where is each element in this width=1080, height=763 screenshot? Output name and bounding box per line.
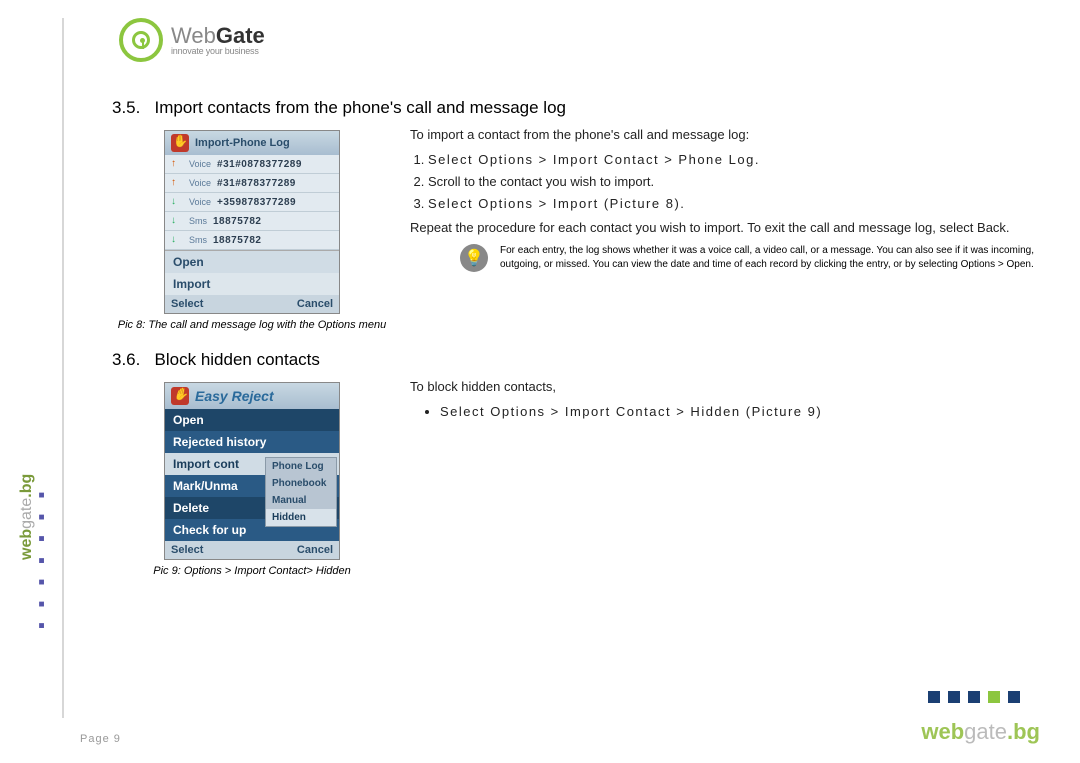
log-row: Voice +359878377289 xyxy=(165,193,339,212)
lightbulb-icon: 💡 xyxy=(460,244,488,272)
arrow-down-icon xyxy=(171,215,183,227)
logo-word-gate: Gate xyxy=(216,23,265,48)
softkey-cancel: Cancel xyxy=(297,544,333,556)
square-icon xyxy=(988,691,1000,703)
phone1-titlebar: Import-Phone Log xyxy=(165,131,339,155)
phone2-titlebar: Easy Reject xyxy=(165,383,339,409)
log-type: Voice xyxy=(189,178,211,188)
heading-number: 3.5. xyxy=(112,98,140,117)
mitem-open: Open xyxy=(165,409,339,431)
logo-word-web: Web xyxy=(171,23,216,48)
phone-mock-2: Easy Reject Open Rejected history Import… xyxy=(164,382,340,560)
step-3: Select Options > Import (Picture 8). xyxy=(428,195,1052,214)
phone1-options-menu: Open Import xyxy=(165,250,339,295)
intro-3-6: To block hidden contacts, xyxy=(410,378,1052,397)
logo-text: WebGate innovate your business xyxy=(171,25,265,56)
phone-mock-1: Import-Phone Log Voice #31#0878377289 Voi… xyxy=(164,130,340,314)
steps-3-5: Select Options > Import Contact > Phone … xyxy=(428,151,1052,214)
footer-brand: webgate.bg xyxy=(921,719,1040,745)
sub-manual: Manual xyxy=(266,492,336,509)
log-type: Sms xyxy=(189,216,207,226)
phone1-softkeys: Select Cancel xyxy=(165,295,339,313)
step-2: Scroll to the contact you wish to import… xyxy=(428,173,1052,192)
bullets-3-6: Select Options > Import Contact > Hidden… xyxy=(440,403,1052,422)
log-type: Voice xyxy=(189,197,211,207)
repeat-text: Repeat the procedure for each contact yo… xyxy=(410,219,1052,238)
phone-col-1: Import-Phone Log Voice #31#0878377289 Voi… xyxy=(112,124,392,332)
softkey-select: Select xyxy=(171,544,203,556)
section-3-6-row: Easy Reject Open Rejected history Import… xyxy=(112,376,1052,578)
menu-open: Open xyxy=(165,251,339,273)
phone1-title: Import-Phone Log xyxy=(195,137,290,149)
heading-3-5: 3.5. Import contacts from the phone's ca… xyxy=(112,98,1052,118)
arrow-down-icon xyxy=(171,196,183,208)
log-num: #31#0878377289 xyxy=(217,159,302,170)
log-num: +359878377289 xyxy=(217,197,296,208)
arrow-up-icon xyxy=(171,177,183,189)
tip-text: For each entry, the log shows whether it… xyxy=(500,244,1052,271)
square-icon xyxy=(968,691,980,703)
sub-phonelog: Phone Log xyxy=(266,458,336,475)
log-num: #31#878377289 xyxy=(217,178,296,189)
side-brand: webgate.bg xyxy=(18,474,36,560)
text-col-3-5: To import a contact from the phone's cal… xyxy=(410,124,1052,272)
heading-3-6: 3.6. Block hidden contacts xyxy=(112,350,1052,370)
square-icon xyxy=(1008,691,1020,703)
page-footer: Page 9 webgate.bg xyxy=(80,719,1040,745)
caption-pic9: Pic 9: Options > Import Contact> Hidden xyxy=(112,564,392,578)
menu-import: Import xyxy=(165,273,339,295)
page-number: Page 9 xyxy=(80,733,121,745)
logo-icon xyxy=(119,18,163,62)
intro-3-5: To import a contact from the phone's cal… xyxy=(410,126,1052,145)
sub-hidden: Hidden xyxy=(266,509,336,526)
log-num: 18875782 xyxy=(213,216,262,227)
log-type: Sms xyxy=(189,235,207,245)
arrow-up-icon xyxy=(171,158,183,170)
phone2-submenu: Phone Log Phonebook Manual Hidden xyxy=(265,457,337,527)
hand-icon xyxy=(171,387,189,405)
header-logo: WebGate innovate your business xyxy=(119,18,265,62)
square-icon xyxy=(948,691,960,703)
tip-box: 💡 For each entry, the log shows whether … xyxy=(410,244,1052,272)
square-icon xyxy=(928,691,940,703)
softkey-cancel: Cancel xyxy=(297,298,333,310)
phone-col-2: Easy Reject Open Rejected history Import… xyxy=(112,376,392,578)
content-area: 3.5. Import contacts from the phone's ca… xyxy=(112,98,1052,579)
footer-squares xyxy=(928,691,1020,703)
phone2-softkeys: Select Cancel xyxy=(165,541,339,559)
phone2-title: Easy Reject xyxy=(195,388,274,404)
log-row: Voice #31#0878377289 xyxy=(165,155,339,174)
bullet-1: Select Options > Import Contact > Hidden… xyxy=(440,403,1052,422)
mitem-rejected: Rejected history xyxy=(165,431,339,453)
log-type: Voice xyxy=(189,159,211,169)
heading-title: Block hidden contacts xyxy=(155,350,320,369)
log-num: 18875782 xyxy=(213,235,262,246)
log-row: Sms 18875782 xyxy=(165,231,339,250)
side-dots: ■ ■ ■ ■ ■ ■ ■ xyxy=(36,490,47,636)
page-frame: WebGate innovate your business 3.5. Impo… xyxy=(62,18,1052,718)
log-row: Voice #31#878377289 xyxy=(165,174,339,193)
step-1: Select Options > Import Contact > Phone … xyxy=(428,151,1052,170)
logo-tagline: innovate your business xyxy=(171,47,265,56)
sub-phonebook: Phonebook xyxy=(266,475,336,492)
heading-number: 3.6. xyxy=(112,350,140,369)
heading-title: Import contacts from the phone's call an… xyxy=(155,98,566,117)
log-row: Sms 18875782 xyxy=(165,212,339,231)
section-3-5-row: Import-Phone Log Voice #31#0878377289 Voi… xyxy=(112,124,1052,332)
softkey-select: Select xyxy=(171,298,203,310)
hand-icon xyxy=(171,134,189,152)
arrow-down-icon xyxy=(171,234,183,246)
text-col-3-6: To block hidden contacts, Select Options… xyxy=(410,376,1052,426)
caption-pic8: Pic 8: The call and message log with the… xyxy=(112,318,392,332)
